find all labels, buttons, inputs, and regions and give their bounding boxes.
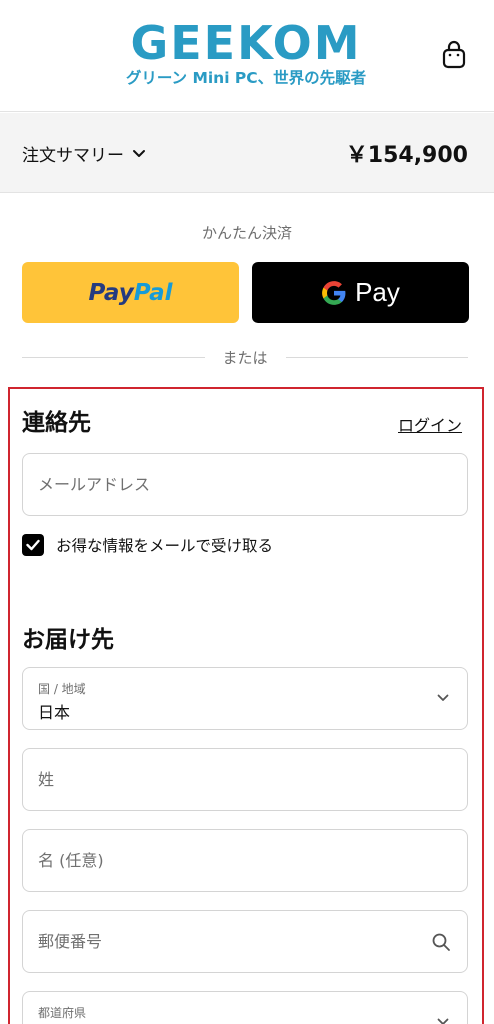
newsletter-label: お得な情報をメールで受け取る (56, 537, 274, 555)
order-summary-label: 注文サマリー (22, 146, 124, 166)
country-select[interactable]: 国 / 地域 日本 (22, 667, 468, 730)
express-checkout-label: かんたん決済 (201, 224, 292, 242)
google-pay-label: Pay (355, 277, 400, 307)
email-field[interactable] (23, 454, 467, 515)
geekom-logo[interactable]: GEEKOM グリーン Mini PC、世界の先駆者 (118, 18, 374, 90)
chevron-down-icon (133, 149, 145, 157)
order-summary-bar: 注文サマリー ￥154,900 (0, 113, 494, 193)
prefecture-select[interactable]: 都道府県 (22, 991, 468, 1024)
country-value: 日本 (38, 703, 71, 722)
postal-code-field[interactable] (23, 911, 467, 972)
shopping-bag-icon[interactable] (440, 40, 468, 70)
chevron-down-icon (437, 1018, 449, 1024)
prefecture-label: 都道府県 (38, 1006, 87, 1020)
newsletter-option[interactable]: お得な情報をメールで受け取る (22, 534, 273, 556)
google-pay-button[interactable]: Pay (252, 262, 469, 323)
newsletter-checkbox[interactable] (22, 534, 44, 556)
checkmark-icon (26, 539, 40, 551)
order-total: ￥154,900 (345, 143, 468, 168)
order-summary-toggle[interactable]: 注文サマリー (22, 141, 146, 166)
first-name-field-wrapper (22, 829, 468, 892)
first-name-field[interactable] (23, 830, 467, 891)
paypal-button[interactable]: PayPal (22, 262, 239, 323)
email-field-wrapper (22, 453, 468, 516)
login-link[interactable]: ログイン (398, 412, 462, 436)
google-g-icon (322, 280, 346, 305)
site-header: GEEKOM グリーン Mini PC、世界の先駆者 (0, 0, 494, 112)
chevron-down-icon (437, 694, 449, 701)
country-label: 国 / 地域 (38, 682, 86, 696)
logo-tagline: グリーン Mini PC、世界の先駆者 (125, 69, 367, 87)
divider-line-right (285, 356, 469, 358)
or-label: または (222, 348, 268, 367)
search-icon[interactable] (431, 932, 451, 952)
logo-wordmark: GEEKOM (130, 16, 362, 70)
paypal-logo: PayPal (88, 279, 173, 306)
divider-line-left (22, 356, 205, 358)
or-divider: または (22, 345, 469, 369)
last-name-field-wrapper (22, 748, 468, 811)
contact-section-title: 連絡先 (22, 410, 91, 436)
shipping-section-title: お届け先 (22, 627, 114, 653)
postal-code-field-wrapper (22, 910, 468, 973)
last-name-field[interactable] (23, 749, 467, 810)
